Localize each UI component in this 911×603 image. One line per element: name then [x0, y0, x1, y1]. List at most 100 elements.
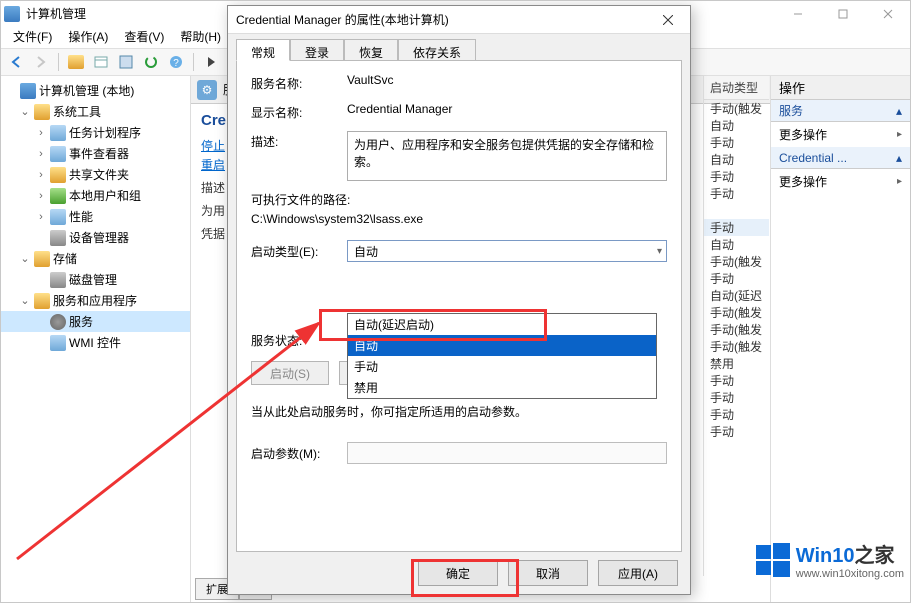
actions-pane: 操作 服务▴ 更多操作▸ Credential ...▴ 更多操作▸: [770, 76, 910, 602]
computer-icon: [20, 83, 36, 99]
tree-label: 共享文件夹: [69, 166, 129, 183]
tree-task-scheduler[interactable]: ›任务计划程序: [1, 122, 190, 143]
tb-help-button[interactable]: ?: [165, 51, 187, 73]
startup-type-select[interactable]: 自动 ▾: [347, 240, 667, 262]
menu-action[interactable]: 操作(A): [60, 25, 116, 48]
maximize-icon: [838, 9, 848, 19]
storage-icon: [34, 251, 50, 267]
tree-event-viewer[interactable]: ›事件查看器: [1, 143, 190, 164]
tab-logon[interactable]: 登录: [290, 39, 344, 61]
tb-play-button[interactable]: [200, 51, 222, 73]
gear-icon: [50, 314, 66, 330]
cancel-button[interactable]: 取消: [508, 560, 588, 586]
dialog-body: 服务名称:VaultSvc 显示名称:Credential Manager 描述…: [236, 60, 682, 552]
startup-type-column: 启动类型 手动(触发自动手动自动手动手动手动自动手动(触发手动自动(延迟手动(触…: [703, 76, 769, 576]
help-icon: ?: [168, 54, 184, 70]
tree-label: 任务计划程序: [69, 124, 141, 141]
menu-view[interactable]: 查看(V): [116, 25, 172, 48]
tab-dependencies[interactable]: 依存关系: [398, 39, 476, 61]
startup-col-cell[interactable]: [704, 202, 769, 219]
exec-path-value: C:\Windows\system32\lsass.exe: [251, 212, 667, 226]
startup-col-cell[interactable]: 手动: [704, 406, 769, 423]
toolbar-separator: [58, 53, 59, 71]
section-label: 服务: [779, 102, 803, 119]
dropdown-option-delayed[interactable]: 自动(延迟启动): [348, 314, 656, 335]
startup-col-cell[interactable]: 禁用: [704, 355, 769, 372]
tree-shared-folders[interactable]: ›共享文件夹: [1, 164, 190, 185]
startup-col-cell[interactable]: 手动(触发: [704, 304, 769, 321]
description-text: 为用户、应用程序和安全服务包提供凭据的安全存储和检索。: [354, 138, 654, 169]
tree-label: 设备管理器: [69, 229, 129, 246]
tb-folder-button[interactable]: [65, 51, 87, 73]
tb-export-button[interactable]: [115, 51, 137, 73]
startup-col-cell[interactable]: 手动(触发: [704, 253, 769, 270]
ok-button[interactable]: 确定: [418, 560, 498, 586]
tree-root[interactable]: 计算机管理 (本地): [1, 80, 190, 101]
startup-col-cell[interactable]: 自动(延迟: [704, 287, 769, 304]
dialog-titlebar[interactable]: Credential Manager 的属性(本地计算机): [228, 6, 690, 34]
actions-more-1[interactable]: 更多操作▸: [771, 122, 910, 147]
dialog-close-button[interactable]: [654, 8, 682, 32]
dropdown-option-disabled[interactable]: 禁用: [348, 377, 656, 398]
tb-refresh-button[interactable]: [140, 51, 162, 73]
startup-col-cell[interactable]: 手动: [704, 372, 769, 389]
menu-help[interactable]: 帮助(H): [172, 25, 229, 48]
dropdown-option-manual[interactable]: 手动: [348, 356, 656, 377]
startup-col-cell[interactable]: 自动: [704, 117, 769, 134]
tree-system-tools[interactable]: ⌄系统工具: [1, 101, 190, 122]
minimize-button[interactable]: [775, 1, 820, 26]
startup-type-label: 启动类型(E):: [251, 243, 347, 260]
tree-device-manager[interactable]: 设备管理器: [1, 227, 190, 248]
tab-recovery[interactable]: 恢复: [344, 39, 398, 61]
tree-label: 存储: [53, 250, 77, 267]
actions-more-2[interactable]: 更多操作▸: [771, 169, 910, 194]
tree-storage[interactable]: ⌄存储: [1, 248, 190, 269]
dialog-buttons: 确定 取消 应用(A): [418, 560, 678, 586]
tree-services[interactable]: 服务: [1, 311, 190, 332]
description-box[interactable]: 为用户、应用程序和安全服务包提供凭据的安全存储和检索。: [347, 131, 667, 181]
startup-col-cell[interactable]: 手动: [704, 168, 769, 185]
startup-col-cell[interactable]: 自动: [704, 236, 769, 253]
maximize-button[interactable]: [820, 1, 865, 26]
menu-file[interactable]: 文件(F): [5, 25, 60, 48]
startup-col-cell[interactable]: 自动: [704, 151, 769, 168]
startup-col-cell[interactable]: 手动: [704, 134, 769, 151]
display-name-value: Credential Manager: [347, 102, 667, 121]
close-button[interactable]: [865, 1, 910, 26]
main-window: 计算机管理 文件(F) 操作(A) 查看(V) 帮助(H) ?: [0, 0, 911, 603]
apply-button[interactable]: 应用(A): [598, 560, 678, 586]
dropdown-option-auto[interactable]: 自动: [348, 335, 656, 356]
startup-col-cell[interactable]: 手动: [704, 389, 769, 406]
tree-wmi[interactable]: WMI 控件: [1, 332, 190, 353]
startup-col-cell[interactable]: 手动(触发: [704, 321, 769, 338]
tree-disk-management[interactable]: 磁盘管理: [1, 269, 190, 290]
properties-dialog: Credential Manager 的属性(本地计算机) 常规 登录 恢复 依…: [227, 5, 691, 595]
nav-back-button[interactable]: [5, 51, 27, 73]
toolbar-separator-2: [193, 53, 194, 71]
start-button[interactable]: 启动(S): [251, 361, 329, 385]
event-icon: [50, 146, 66, 162]
scheduler-icon: [50, 125, 66, 141]
startup-col-cell[interactable]: 手动(触发: [704, 100, 769, 117]
startup-col-cell[interactable]: 手动: [704, 185, 769, 202]
display-name-label: 显示名称:: [251, 102, 347, 121]
tb-properties-button[interactable]: [90, 51, 112, 73]
description-label: 描述:: [251, 131, 347, 181]
startup-col-cell[interactable]: 手动: [704, 270, 769, 287]
tree-services-apps[interactable]: ⌄服务和应用程序: [1, 290, 190, 311]
tab-general[interactable]: 常规: [236, 39, 290, 61]
more-actions-label: 更多操作: [779, 126, 827, 143]
startup-col-list: 手动(触发自动手动自动手动手动手动自动手动(触发手动自动(延迟手动(触发手动(触…: [704, 100, 769, 440]
startup-col-cell[interactable]: 手动: [704, 219, 769, 236]
startup-col-cell[interactable]: 手动(触发: [704, 338, 769, 355]
svg-text:?: ?: [173, 58, 179, 69]
back-icon: [8, 54, 24, 70]
nav-forward-button[interactable]: [30, 51, 52, 73]
tree-performance[interactable]: ›性能: [1, 206, 190, 227]
startup-col-cell[interactable]: 手动: [704, 423, 769, 440]
startup-col-header[interactable]: 启动类型: [704, 76, 769, 100]
param-input[interactable]: [347, 442, 667, 464]
forward-icon: [33, 54, 49, 70]
tree-label: 本地用户和组: [69, 187, 141, 204]
tree-local-users[interactable]: ›本地用户和组: [1, 185, 190, 206]
